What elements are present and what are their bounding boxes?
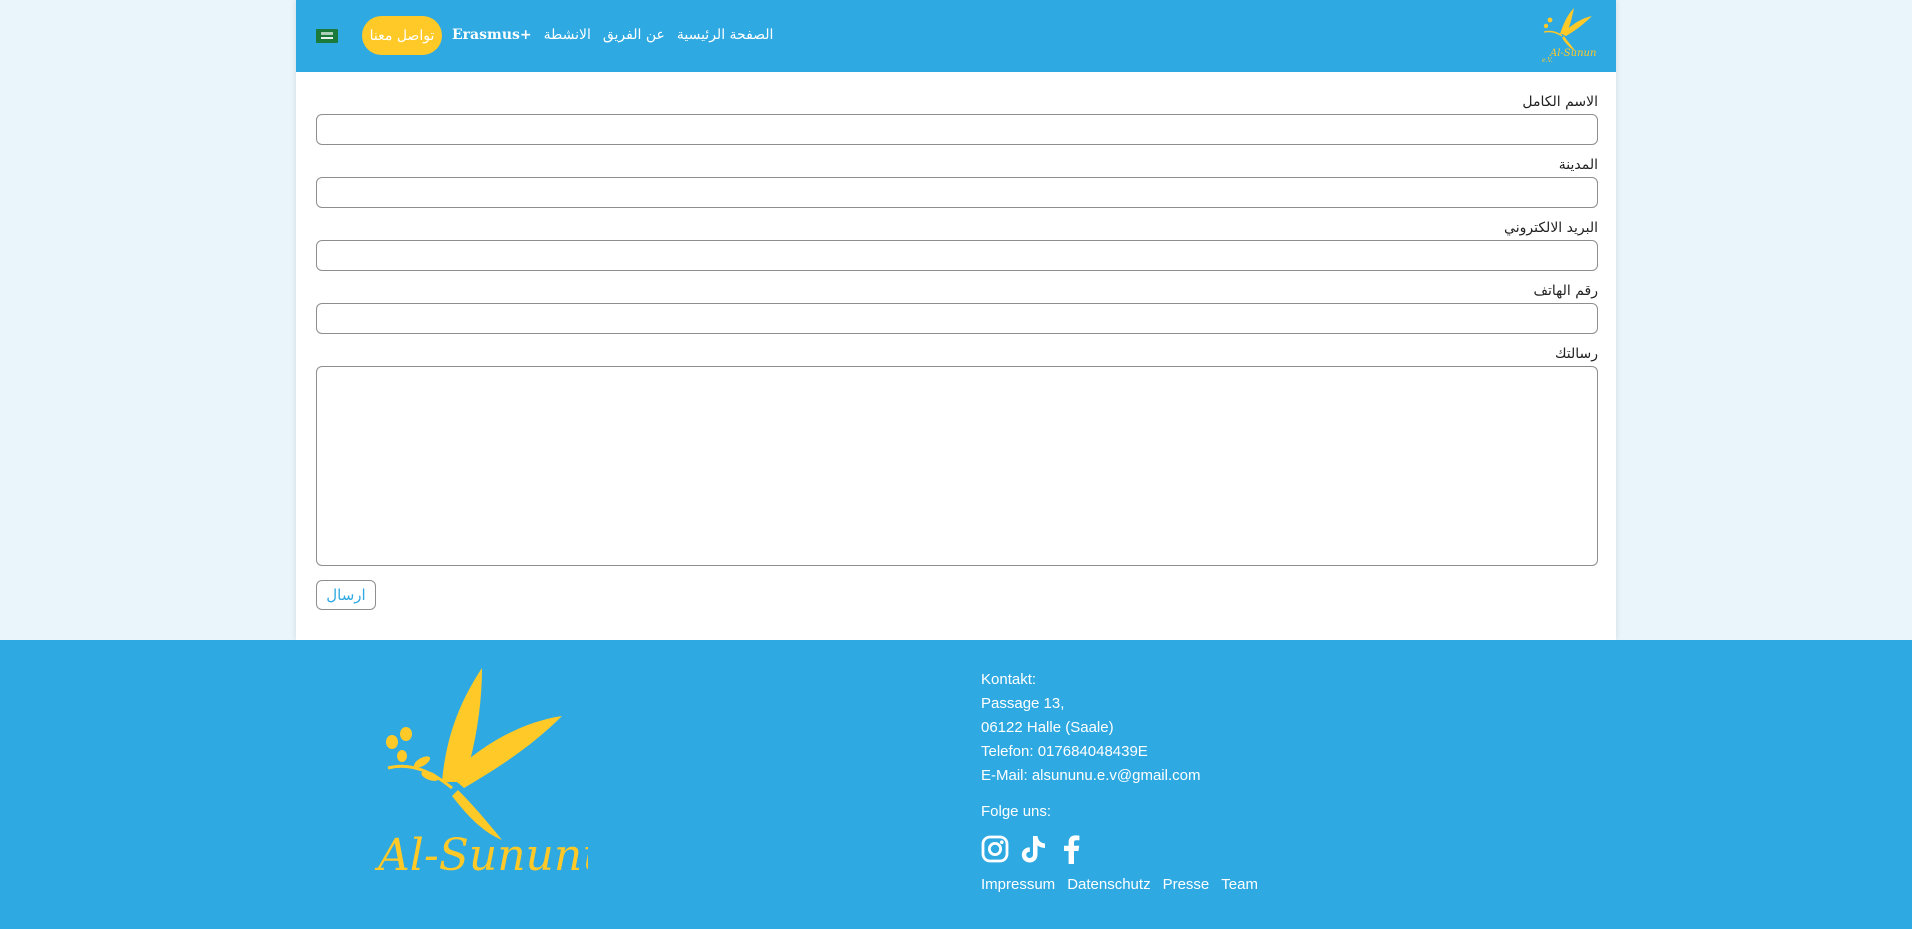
full-name-input[interactable] — [316, 114, 1598, 145]
contact-form: الاسم الكامل المدينة البريد الالكتروني ر… — [316, 90, 1598, 610]
nav-link-home[interactable]: الصفحة الرئيسية — [677, 27, 774, 43]
svg-text:Al-Sununu: Al-Sununu — [1549, 48, 1596, 59]
contact-address-city: 06122 Halle (Saale) — [981, 719, 1114, 736]
footer-link-datenschutz[interactable]: Datenschutz — [1067, 876, 1150, 893]
city-label: المدينة — [1558, 157, 1598, 173]
instagram-icon[interactable] — [981, 834, 1009, 864]
nav-link-about-team[interactable]: عن الفريق — [603, 27, 665, 43]
footer-links: Impressum Datenschutz Presse Team — [981, 876, 1258, 893]
contact-heading: Kontakt: — [981, 671, 1037, 688]
tiktok-icon[interactable] — [1019, 834, 1047, 864]
email-input[interactable] — [316, 240, 1598, 271]
nav-link-activities[interactable]: الانشطة — [544, 27, 591, 43]
phone-label: رقم الهاتف — [1533, 283, 1598, 299]
contact-email[interactable]: E-Mail: alsununu.e.v@gmail.com — [981, 764, 1258, 788]
submit-button[interactable]: ارسال — [316, 580, 376, 610]
message-textarea[interactable] — [316, 366, 1598, 566]
facebook-icon[interactable] — [1057, 834, 1085, 864]
svg-text:e.V.: e.V. — [1542, 57, 1553, 64]
nav-link-erasmus[interactable]: Erasmus+ — [452, 27, 532, 43]
footer-link-team[interactable]: Team — [1221, 876, 1258, 893]
contact-us-button[interactable]: تواصل معنا — [362, 16, 442, 55]
email-label: البريد الالكتروني — [1504, 220, 1598, 236]
footer-link-impressum[interactable]: Impressum — [981, 876, 1055, 893]
city-input[interactable] — [316, 177, 1598, 208]
svg-text:Al-Sununu e.V.: Al-Sununu e.V. — [374, 830, 588, 881]
saudi-flag-icon[interactable] — [316, 29, 338, 43]
follow-us-label: Folge uns: — [981, 803, 1052, 820]
contact-phone: Telefon: 017684048439E — [981, 743, 1148, 760]
footer-contact: Kontakt: Passage 13, 06122 Halle (Saale)… — [981, 668, 1258, 893]
full-name-label: الاسم الكامل — [1522, 94, 1598, 110]
footer: Al-Sununu e.V. Kontakt: Passage 13, 0612… — [0, 640, 1912, 929]
footer-logo-icon: Al-Sununu e.V. — [372, 664, 703, 904]
social-links — [981, 832, 1258, 866]
nav-links: Erasmus+ الانشطة عن الفريق الصفحة الرئيس… — [452, 22, 773, 48]
navbar: تواصل معنا Erasmus+ الانشطة عن الفريق ال… — [296, 0, 1616, 72]
footer-link-presse[interactable]: Presse — [1163, 876, 1210, 893]
main-page: تواصل معنا Erasmus+ الانشطة عن الفريق ال… — [296, 0, 1616, 640]
contact-address-street: Passage 13, — [981, 695, 1065, 712]
nav-logo-icon[interactable]: Al-Sununu e.V. — [1538, 4, 1603, 64]
phone-input[interactable] — [316, 303, 1598, 334]
message-label: رسالتك — [1554, 346, 1598, 362]
